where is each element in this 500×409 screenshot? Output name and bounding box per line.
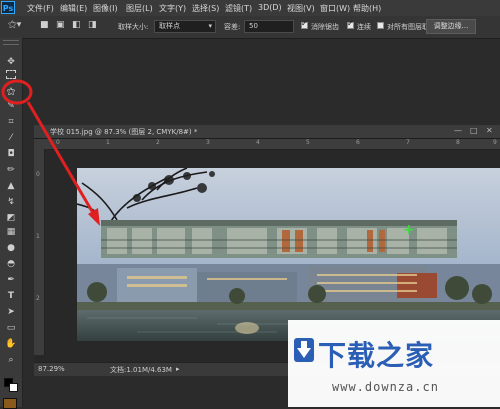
watermark-logo-icon (294, 338, 314, 362)
watermark: 下载之家 www.downza.cn (288, 320, 500, 407)
highlight-arrow-head (88, 208, 100, 226)
watermark-title: 下载之家 (318, 339, 435, 372)
watermark-url: www.downza.cn (332, 380, 439, 394)
highlight-arrow-line (26, 101, 98, 219)
highlight-circle (1, 79, 33, 105)
